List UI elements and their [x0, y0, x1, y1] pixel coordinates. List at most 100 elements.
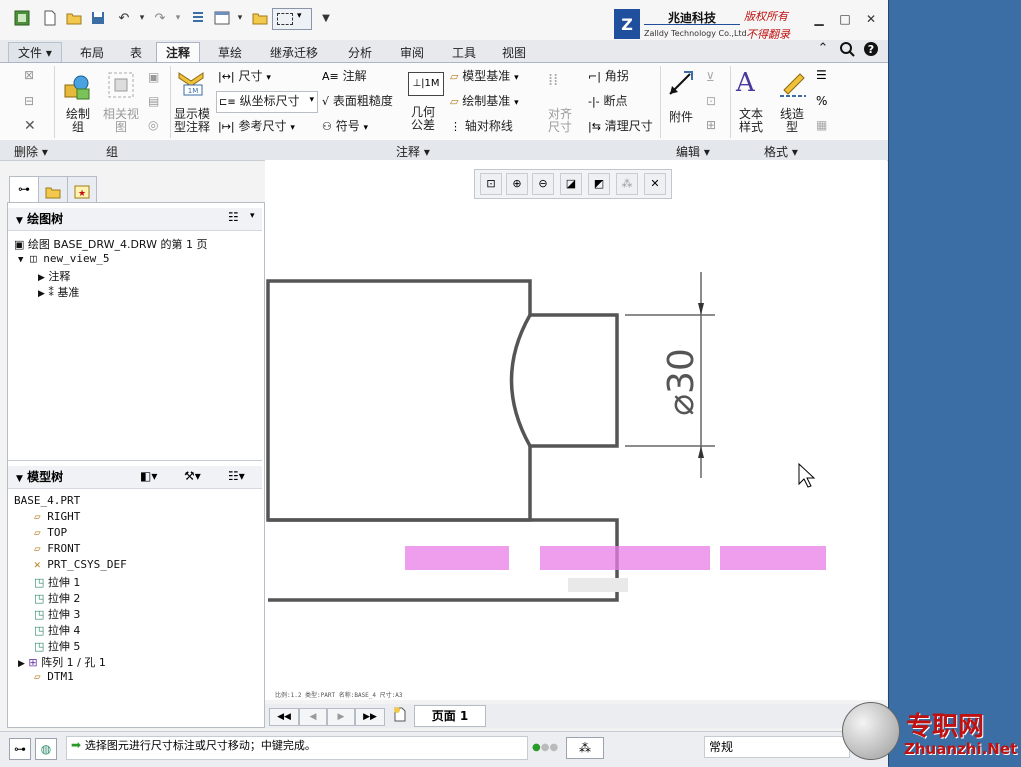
first-page-button[interactable]: ◀◀ — [269, 708, 299, 726]
tab-sketch[interactable]: 草绘 — [208, 42, 252, 64]
model-tree-settings-icon[interactable]: ☷▾ — [228, 469, 245, 483]
tree-item-annotations[interactable]: ▶ 注释 — [38, 268, 70, 284]
new-icon[interactable] — [40, 8, 60, 28]
draw-group-button[interactable] — [62, 72, 92, 105]
group-title-annotate[interactable]: 注释 ▾ — [396, 143, 430, 160]
breakpoint-button[interactable]: -|- 断点 — [588, 92, 628, 109]
tree-item-extrude[interactable]: ◳ 拉伸 2 — [34, 590, 80, 606]
last-page-button[interactable]: ▶▶ — [355, 708, 385, 726]
window-icon[interactable] — [212, 8, 232, 28]
format-small-icon-3[interactable]: ▦ — [816, 118, 827, 132]
delete-all-icon[interactable]: ⊠ — [24, 68, 34, 82]
customize-icon[interactable]: ▼ — [316, 8, 336, 28]
navigator-tab-tree-icon[interactable]: ⊶ — [9, 176, 39, 203]
minimize-button[interactable]: ▁ — [810, 10, 828, 28]
group-small-icon-3[interactable]: ◎ — [148, 118, 158, 132]
delete-icon[interactable]: ✕ — [24, 118, 36, 134]
tab-analysis[interactable]: 分析 — [338, 42, 382, 64]
save-icon[interactable] — [88, 8, 108, 28]
prev-page-button[interactable]: ◀ — [299, 708, 327, 726]
model-tree-show-icon[interactable]: ◧▾ — [140, 469, 157, 483]
group-small-icon-2[interactable]: ▤ — [148, 94, 159, 108]
tree-item-part[interactable]: BASE_4.PRT — [14, 494, 80, 507]
help-icon[interactable]: ? — [862, 40, 880, 58]
expand-icon[interactable]: ▼ — [18, 255, 23, 265]
show-model-annotation-button[interactable]: 1M — [176, 68, 206, 101]
diameter-dimension-text[interactable]: ⌀30 — [661, 348, 702, 415]
group-title-edit[interactable]: 编辑 ▾ — [676, 143, 710, 160]
collapse-icon[interactable]: ▼ — [16, 474, 23, 484]
symbol-button[interactable]: ⚇ 符号 ▾ — [322, 117, 368, 134]
symbol-dropdown-icon[interactable]: ▾ — [364, 123, 369, 133]
geometric-tolerance-icon[interactable]: ⊥|1M — [408, 72, 444, 96]
tab-layout[interactable]: 布局 — [70, 42, 114, 64]
tree-item-datum-plane[interactable]: ▱ DTM1 — [34, 670, 74, 683]
toggle-browser-icon[interactable]: ◍ — [35, 738, 57, 760]
toggle-navigator-icon[interactable]: ⊶ — [9, 738, 31, 760]
undo-dropdown-icon[interactable]: ▾ — [132, 8, 152, 28]
surface-finish-button[interactable]: √ 表面粗糙度 — [322, 92, 393, 109]
tree-item-extrude[interactable]: ◳ 拉伸 4 — [34, 622, 80, 638]
tree-settings-dropdown-icon[interactable]: ▾ — [250, 211, 255, 221]
group-title-format[interactable]: 格式 ▾ — [764, 143, 798, 160]
new-page-icon[interactable] — [392, 706, 408, 722]
open-icon[interactable] — [64, 8, 84, 28]
cleanup-dimension-button[interactable]: |⇆ 清理尺寸 — [588, 117, 653, 134]
attachment-button[interactable] — [666, 68, 696, 101]
tree-item-datum-plane[interactable]: ▱ RIGHT — [34, 510, 80, 523]
close-button[interactable]: ✕ — [862, 10, 880, 28]
regenerate-icon[interactable] — [188, 8, 208, 28]
folder-icon[interactable] — [250, 8, 270, 28]
tab-legacy-migration[interactable]: 继承迁移 — [260, 42, 328, 64]
draw-datum-dropdown-icon[interactable]: ▾ — [514, 98, 519, 108]
expand-icon[interactable]: ▶ — [18, 659, 25, 669]
delete-item-icon[interactable]: ⊟ — [24, 94, 34, 108]
tree-item-csys[interactable]: ✕ PRT_CSYS_DEF — [34, 558, 127, 571]
group-small-icon-1[interactable]: ▣ — [148, 70, 159, 84]
tree-item-extrude[interactable]: ◳ 拉伸 3 — [34, 606, 80, 622]
maximize-button[interactable]: □ — [836, 10, 854, 28]
model-datum-button[interactable]: ▱ 模型基准 ▾ — [450, 67, 519, 84]
tree-settings-icon[interactable]: ☷ — [228, 210, 239, 224]
text-style-icon[interactable]: A — [736, 68, 755, 98]
tree-item-pattern[interactable]: ▶ ⊞ 阵列 1 / 孔 1 — [18, 654, 106, 670]
filter-select[interactable]: 常规 — [704, 736, 850, 758]
edit-small-icon-1[interactable]: ⊻ — [706, 70, 715, 84]
align-dimension-icon[interactable]: ⁞⁞ — [548, 70, 558, 89]
undo-icon[interactable]: ↶ — [114, 8, 134, 28]
format-small-icon-1[interactable]: ☰ — [816, 68, 827, 82]
dimension-dropdown-icon[interactable]: ▾ — [266, 73, 271, 83]
select-box-icon[interactable]: ▾ — [272, 8, 312, 30]
tree-item-datums[interactable]: ▶ ⁑ 基准 — [38, 284, 79, 300]
search-icon[interactable] — [838, 40, 856, 58]
ordinate-dimension-button[interactable]: ⊏≡ 纵坐标尺寸 ▾ — [216, 91, 318, 113]
collapse-ribbon-icon[interactable]: ⌃ — [814, 40, 832, 58]
tree-item-datum-plane[interactable]: ▱ TOP — [34, 526, 67, 539]
note-button[interactable]: A≡ 注解 — [322, 67, 367, 84]
tree-item-extrude[interactable]: ◳ 拉伸 1 — [34, 574, 80, 590]
redo-dropdown-icon[interactable]: ▾ — [168, 8, 188, 28]
group-title-delete[interactable]: 删除 ▾ — [14, 143, 48, 160]
tree-item-extrude[interactable]: ◳ 拉伸 5 — [34, 638, 80, 654]
tab-file[interactable]: 文件 ▾ — [8, 42, 62, 64]
find-icon[interactable]: ⁂ — [566, 737, 604, 759]
related-view-icon[interactable] — [106, 70, 136, 103]
corner-button[interactable]: ⌐| 角拐 — [588, 67, 629, 84]
model-tree-tools-icon[interactable]: ⚒▾ — [184, 469, 201, 483]
tab-view[interactable]: 视图 — [492, 42, 536, 64]
reference-dimension-button[interactable]: |↦| 参考尺寸 ▾ — [218, 117, 295, 134]
dimension-button[interactable]: |↔| 尺寸 ▾ — [218, 67, 271, 84]
tree-view-item[interactable]: ▼ ◫ new_view_5 — [18, 252, 110, 265]
edit-small-icon-3[interactable]: ⊞ — [706, 118, 716, 132]
axis-symmetry-button[interactable]: ⋮ 轴对称线 — [450, 117, 513, 134]
collapse-icon[interactable]: ▼ — [16, 216, 23, 226]
redo-icon[interactable]: ↷ — [150, 8, 170, 28]
drawing-view[interactable]: ⌀30 — [265, 160, 887, 700]
ordinate-dimension-dropdown-icon[interactable]: ▾ — [309, 95, 314, 105]
tab-review[interactable]: 审阅 — [390, 42, 434, 64]
page-tab[interactable]: 页面 1 — [414, 705, 486, 727]
line-style-icon[interactable] — [778, 68, 808, 101]
edit-small-icon-2[interactable]: ⊡ — [706, 94, 716, 108]
next-page-button[interactable]: ▶ — [327, 708, 355, 726]
navigator-tab-favorites-icon[interactable]: ★ — [67, 176, 97, 204]
